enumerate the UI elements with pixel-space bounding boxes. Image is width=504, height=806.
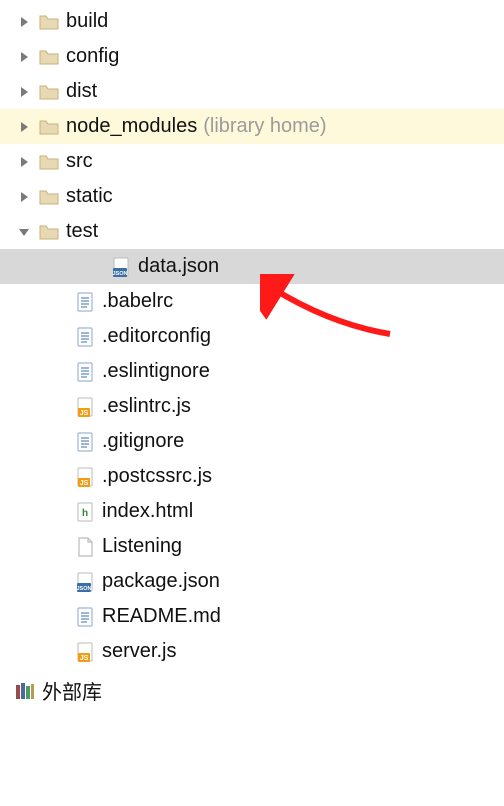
js-icon: JS — [74, 466, 96, 488]
tree-row[interactable]: JSON data.json — [0, 249, 504, 284]
tree-item-label: .gitignore — [102, 430, 184, 453]
tree-item-label: server.js — [102, 640, 176, 663]
svg-text:JS: JS — [80, 655, 89, 662]
library-icon — [14, 680, 36, 702]
tree-item-label: Listening — [102, 535, 182, 558]
tree-item-label: config — [66, 45, 119, 68]
tree-item-label: package.json — [102, 570, 220, 593]
tree-row[interactable]: config — [0, 39, 504, 74]
tree-row[interactable]: Listening — [0, 529, 504, 564]
svg-text:h: h — [82, 508, 88, 519]
external-libraries-label: 外部库 — [42, 676, 102, 705]
tree-item-note: (library home) — [203, 115, 326, 137]
chevron-down-icon[interactable] — [14, 222, 34, 242]
tree-row[interactable]: .editorconfig — [0, 319, 504, 354]
chevron-right-icon[interactable] — [14, 82, 34, 102]
tree-item-label: README.md — [102, 605, 221, 628]
folder-icon — [38, 46, 60, 68]
tree-item-label: .eslintignore — [102, 360, 210, 383]
tree-row[interactable]: test — [0, 214, 504, 249]
tree-row[interactable]: build — [0, 4, 504, 39]
text-icon — [74, 291, 96, 313]
blank-icon — [74, 536, 96, 558]
folder-icon — [38, 116, 60, 138]
svg-text:JSON: JSON — [113, 271, 128, 277]
tree-row[interactable]: .eslintignore — [0, 354, 504, 389]
tree-item-label: .postcssrc.js — [102, 465, 212, 488]
file-tree: build config dist node_modules(library home… — [0, 0, 504, 673]
chevron-right-icon[interactable] — [14, 12, 34, 32]
tree-item-label: node_modules(library home) — [66, 115, 327, 138]
external-libraries-row[interactable]: 外部库 — [0, 673, 504, 708]
html-icon: h — [74, 501, 96, 523]
tree-item-label: .eslintrc.js — [102, 395, 191, 418]
tree-row[interactable]: JS server.js — [0, 634, 504, 669]
tree-row[interactable]: README.md — [0, 599, 504, 634]
tree-row[interactable]: h index.html — [0, 494, 504, 529]
js-icon: JS — [74, 641, 96, 663]
tree-item-label: build — [66, 10, 108, 33]
js-icon: JS — [74, 396, 96, 418]
tree-row[interactable]: dist — [0, 74, 504, 109]
folder-icon — [38, 11, 60, 33]
tree-item-label: test — [66, 220, 98, 243]
json-icon: JSON — [74, 571, 96, 593]
tree-item-label: static — [66, 185, 113, 208]
tree-row[interactable]: JSON package.json — [0, 564, 504, 599]
tree-item-label: dist — [66, 80, 97, 103]
tree-item-label: .babelrc — [102, 290, 173, 313]
svg-text:JSON: JSON — [77, 586, 92, 592]
chevron-right-icon[interactable] — [14, 117, 34, 137]
chevron-right-icon[interactable] — [14, 47, 34, 67]
tree-row[interactable]: src — [0, 144, 504, 179]
text-icon — [74, 431, 96, 453]
tree-item-label: src — [66, 150, 93, 173]
tree-row[interactable]: .babelrc — [0, 284, 504, 319]
text-icon — [74, 361, 96, 383]
tree-item-label: data.json — [138, 255, 219, 278]
tree-row[interactable]: JS .eslintrc.js — [0, 389, 504, 424]
folder-icon — [38, 81, 60, 103]
tree-item-label: index.html — [102, 500, 193, 523]
chevron-right-icon[interactable] — [14, 187, 34, 207]
tree-row[interactable]: node_modules(library home) — [0, 109, 504, 144]
chevron-right-icon[interactable] — [14, 152, 34, 172]
folder-icon — [38, 186, 60, 208]
folder-icon — [38, 221, 60, 243]
text-icon — [74, 606, 96, 628]
folder-icon — [38, 151, 60, 173]
svg-text:JS: JS — [80, 410, 89, 417]
tree-row[interactable]: JS .postcssrc.js — [0, 459, 504, 494]
tree-row[interactable]: .gitignore — [0, 424, 504, 459]
tree-item-label: .editorconfig — [102, 325, 211, 348]
json-icon: JSON — [110, 256, 132, 278]
svg-text:JS: JS — [80, 480, 89, 487]
tree-row[interactable]: static — [0, 179, 504, 214]
text-icon — [74, 326, 96, 348]
